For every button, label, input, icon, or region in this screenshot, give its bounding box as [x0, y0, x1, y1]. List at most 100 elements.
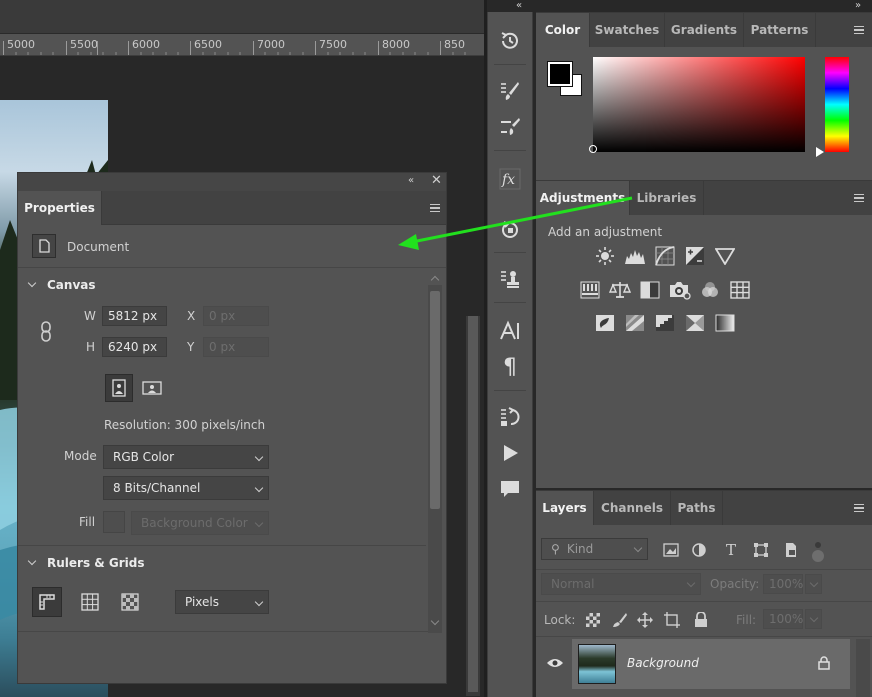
- hue-slider-handle[interactable]: [816, 147, 824, 157]
- collapse-icon[interactable]: «: [516, 0, 522, 11]
- hue-slider[interactable]: [825, 57, 849, 152]
- brush-settings-icon[interactable]: [488, 74, 532, 108]
- timeline-icon[interactable]: [488, 400, 532, 434]
- tab-properties[interactable]: Properties: [18, 191, 102, 225]
- landscape-orientation-icon[interactable]: [138, 374, 166, 402]
- scroll-up-icon[interactable]: [430, 275, 440, 285]
- color-picker-marker: [589, 145, 597, 153]
- rotate-view-icon[interactable]: [488, 212, 532, 246]
- color-tabbar: Color Swatches Gradients Patterns: [536, 13, 872, 47]
- ruler-icon[interactable]: [32, 587, 62, 617]
- photo-filter-icon[interactable]: [669, 280, 691, 300]
- collapse-icon[interactable]: «: [408, 175, 414, 186]
- levels-icon[interactable]: [624, 246, 646, 266]
- visibility-eye-icon[interactable]: [546, 657, 564, 672]
- height-label: H: [86, 340, 96, 354]
- tab-paths[interactable]: Paths: [671, 491, 723, 525]
- lock-image-pixels-icon[interactable]: [610, 611, 628, 629]
- hue-saturation-icon[interactable]: [579, 280, 601, 300]
- kind-label: Kind: [566, 542, 594, 556]
- portrait-orientation-icon[interactable]: [105, 374, 133, 402]
- section-rulers-grids-header[interactable]: Rulers & Grids: [47, 556, 145, 570]
- lock-transparent-pixels-icon[interactable]: [584, 611, 602, 629]
- exposure-icon[interactable]: [684, 246, 706, 266]
- expand-icon[interactable]: »: [855, 0, 861, 11]
- threshold-icon[interactable]: [654, 313, 676, 333]
- filter-toggle-icon[interactable]: [812, 542, 824, 562]
- mode-dropdown[interactable]: RGB Color: [103, 445, 269, 469]
- vibrance-icon[interactable]: [714, 246, 736, 266]
- panel-menu-icon[interactable]: [854, 504, 864, 512]
- black-white-icon[interactable]: [639, 280, 661, 300]
- panel-menu-icon[interactable]: [854, 194, 864, 202]
- add-adjustment-label: Add an adjustment: [548, 225, 663, 239]
- layer-row[interactable]: Background: [572, 639, 850, 689]
- panel-titlebar[interactable]: « ✕: [18, 173, 446, 191]
- tab-channels[interactable]: Channels: [594, 491, 671, 525]
- tab-color[interactable]: Color: [536, 13, 590, 47]
- grid-icon[interactable]: [75, 587, 105, 617]
- chevron-down-icon: [254, 452, 264, 462]
- layer-filter-kind-dropdown[interactable]: ⚲ Kind: [541, 538, 648, 560]
- posterize-icon[interactable]: [624, 313, 646, 333]
- properties-scrollbar[interactable]: [428, 285, 442, 633]
- height-field[interactable]: 6240 px: [102, 337, 167, 357]
- pixel-grid-icon[interactable]: [115, 587, 145, 617]
- clone-source-icon[interactable]: [488, 262, 532, 296]
- chevron-down-icon: [254, 597, 264, 607]
- horizontal-ruler: 5000 5500 6000 6500 7000 7500 8000 850: [0, 34, 484, 56]
- lock-position-icon[interactable]: [636, 611, 654, 629]
- link-icon[interactable]: [40, 321, 52, 346]
- lock-artboard-icon[interactable]: [663, 611, 681, 629]
- panel-menu-icon[interactable]: [854, 26, 864, 34]
- filter-pixel-icon[interactable]: [662, 541, 680, 559]
- chevron-down-icon[interactable]: [27, 556, 37, 566]
- scroll-thumb[interactable]: [430, 291, 440, 509]
- lock-all-icon[interactable]: [692, 611, 710, 629]
- document-label: Document: [67, 240, 130, 254]
- character-icon[interactable]: [488, 314, 532, 348]
- channel-mixer-icon[interactable]: [699, 280, 721, 300]
- bit-depth-dropdown[interactable]: 8 Bits/Channel: [103, 476, 269, 500]
- color-balance-icon[interactable]: [609, 280, 631, 300]
- filter-type-icon[interactable]: T: [722, 541, 740, 559]
- tab-libraries[interactable]: Libraries: [630, 181, 704, 215]
- panel-menu-icon[interactable]: [430, 204, 440, 212]
- curves-icon[interactable]: [654, 246, 676, 266]
- filter-shape-icon[interactable]: [752, 541, 770, 559]
- chevron-down-icon[interactable]: [27, 278, 37, 288]
- comments-icon[interactable]: [488, 472, 532, 506]
- filter-smart-object-icon[interactable]: [782, 541, 800, 559]
- foreground-color-swatch[interactable]: [547, 61, 573, 87]
- layers-scrollbar[interactable]: [856, 639, 870, 697]
- chevron-down-icon: [254, 483, 264, 493]
- close-icon[interactable]: ✕: [431, 173, 442, 188]
- search-icon: ⚲: [551, 542, 560, 556]
- tab-gradients[interactable]: Gradients: [665, 13, 744, 47]
- invert-icon[interactable]: [594, 313, 616, 333]
- color-field[interactable]: [593, 57, 805, 152]
- layer-name[interactable]: Background: [627, 656, 699, 670]
- layer-thumbnail: [578, 644, 616, 684]
- width-label: W: [84, 309, 96, 323]
- tab-adjustments[interactable]: Adjustments: [536, 181, 630, 215]
- gradient-map-icon[interactable]: [714, 313, 736, 333]
- canvas-vertical-scrollbar[interactable]: [466, 316, 480, 696]
- ruler-units-dropdown[interactable]: Pixels: [175, 590, 269, 614]
- history-icon[interactable]: [488, 24, 532, 58]
- blend-mode-dropdown: Normal: [541, 573, 701, 595]
- brightness-contrast-icon[interactable]: [594, 246, 616, 266]
- tab-layers[interactable]: Layers: [536, 491, 594, 525]
- color-lookup-icon[interactable]: [729, 280, 751, 300]
- tab-swatches[interactable]: Swatches: [590, 13, 665, 47]
- paragraph-icon[interactable]: ¶: [488, 350, 532, 384]
- selective-color-icon[interactable]: [684, 313, 706, 333]
- width-field[interactable]: 5812 px: [102, 306, 167, 326]
- filter-adjustment-icon[interactable]: [690, 541, 708, 559]
- tab-patterns[interactable]: Patterns: [744, 13, 816, 47]
- play-actions-icon[interactable]: [488, 436, 532, 470]
- brush-presets-icon[interactable]: [488, 110, 532, 144]
- section-canvas-header[interactable]: Canvas: [47, 278, 96, 292]
- styles-fx-icon[interactable]: fx: [488, 162, 532, 196]
- adjustments-tabbar: Adjustments Libraries: [536, 181, 872, 215]
